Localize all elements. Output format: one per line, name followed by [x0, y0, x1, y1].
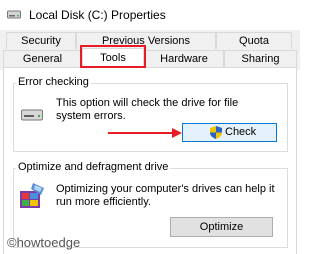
check-button-label: Check — [225, 126, 257, 138]
drive-icon — [7, 10, 21, 19]
optimize-title: Optimize and defragment drive — [16, 161, 171, 173]
optimize-button[interactable]: Optimize — [170, 217, 273, 237]
tab-hardware[interactable]: Hardware — [144, 50, 224, 67]
title-bar: Local Disk (C:) Properties — [0, 0, 300, 30]
tools-tab-highlight — [80, 45, 146, 68]
error-checking-title: Error checking — [16, 76, 91, 88]
tab-security[interactable]: Security — [6, 32, 76, 49]
watermark: ©howtoedge — [7, 235, 81, 250]
drive-icon — [21, 109, 43, 121]
tools-panel: Error checking This option will check th… — [3, 67, 297, 254]
shield-icon — [210, 126, 222, 139]
optimize-description: Optimizing your computer's drives can he… — [56, 183, 275, 208]
red-arrow-annotation — [108, 128, 182, 138]
defrag-icon — [20, 183, 44, 208]
check-button[interactable]: Check — [182, 123, 277, 142]
tab-strip: Security Previous Versions Quota General… — [0, 30, 300, 70]
tab-sharing[interactable]: Sharing — [224, 50, 297, 67]
error-checking-description: This option will check the drive for fil… — [56, 97, 239, 122]
window-title: Local Disk (C:) Properties — [29, 8, 166, 22]
tab-general[interactable]: General — [3, 50, 82, 67]
tab-quota[interactable]: Quota — [216, 32, 292, 49]
